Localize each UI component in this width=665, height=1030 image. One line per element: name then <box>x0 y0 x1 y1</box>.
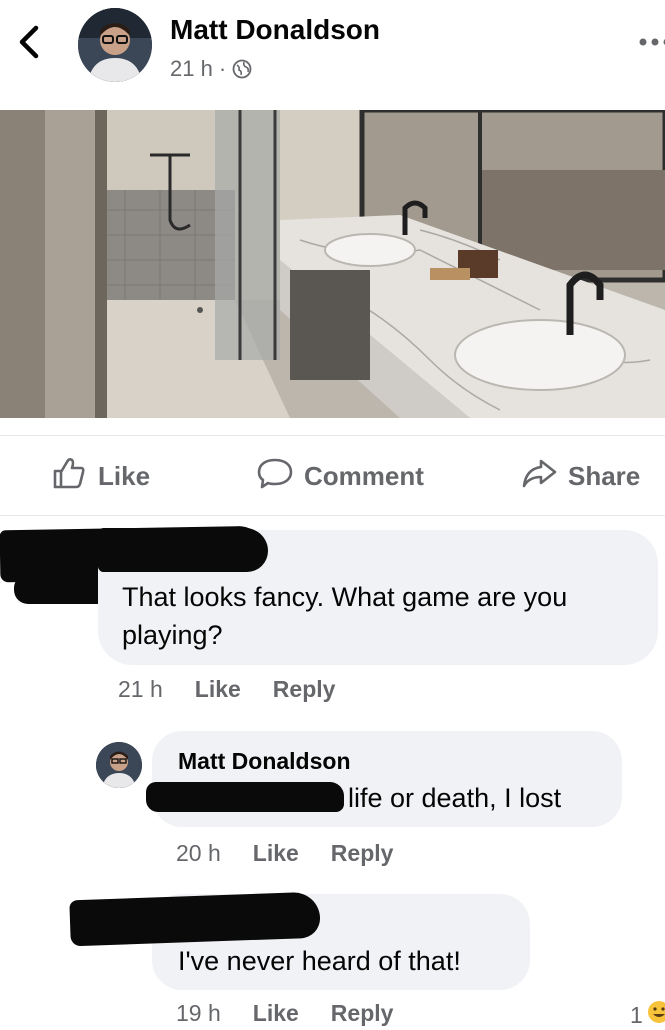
more-options-icon[interactable] <box>635 32 665 52</box>
comment-button[interactable]: Comment <box>256 452 424 500</box>
comment-text: That looks fancy. What game are you play… <box>122 578 642 654</box>
comment-2-meta: 19 h Like Reply <box>176 1000 393 1027</box>
reply-author-avatar[interactable] <box>96 742 142 788</box>
comment-2-like-button[interactable]: Like <box>253 1000 299 1027</box>
back-arrow-icon[interactable] <box>14 22 44 62</box>
comment-meta: 21 h Like Reply <box>118 676 335 703</box>
comment-2-reply-button[interactable]: Reply <box>331 1000 394 1027</box>
post-meta: 21 h · <box>170 56 252 82</box>
comment-2-text: I've never heard of that! <box>178 942 461 980</box>
comment-label: Comment <box>304 461 424 492</box>
comment-reply-button[interactable]: Reply <box>273 676 336 703</box>
like-button[interactable]: Like <box>50 452 150 500</box>
post-time[interactable]: 21 h <box>170 56 213 82</box>
thumbs-up-icon <box>50 454 88 499</box>
divider-bottom <box>0 515 665 516</box>
meta-separator: · <box>219 56 226 82</box>
redacted-mention <box>146 782 344 812</box>
reply-time[interactable]: 20 h <box>176 840 221 867</box>
reply-meta: 20 h Like Reply <box>176 840 393 867</box>
like-label: Like <box>98 461 150 492</box>
reply-author-name[interactable]: Matt Donaldson <box>178 748 351 775</box>
divider-top <box>0 435 665 436</box>
author-avatar[interactable] <box>78 8 152 82</box>
globe-icon <box>232 59 252 79</box>
reply-reply-button[interactable]: Reply <box>331 840 394 867</box>
reply-text: life or death, I lost <box>348 779 561 817</box>
share-arrow-icon <box>520 454 558 499</box>
comment-bubble-icon <box>256 454 294 499</box>
reaction-summary[interactable]: 1 <box>630 1000 665 1030</box>
comment-2-time[interactable]: 19 h <box>176 1000 221 1027</box>
redacted-commenter-name <box>98 528 268 572</box>
reply-like-button[interactable]: Like <box>253 840 299 867</box>
post-author-name[interactable]: Matt Donaldson <box>170 14 380 46</box>
reaction-count: 1 <box>630 1002 643 1029</box>
share-label: Share <box>568 461 640 492</box>
share-button[interactable]: Share <box>520 452 640 500</box>
comment-time[interactable]: 21 h <box>118 676 163 703</box>
post-photo[interactable] <box>0 110 665 418</box>
redacted-commenter-2 <box>69 892 320 947</box>
comment-like-button[interactable]: Like <box>195 676 241 703</box>
haha-emoji-icon <box>647 1000 665 1030</box>
